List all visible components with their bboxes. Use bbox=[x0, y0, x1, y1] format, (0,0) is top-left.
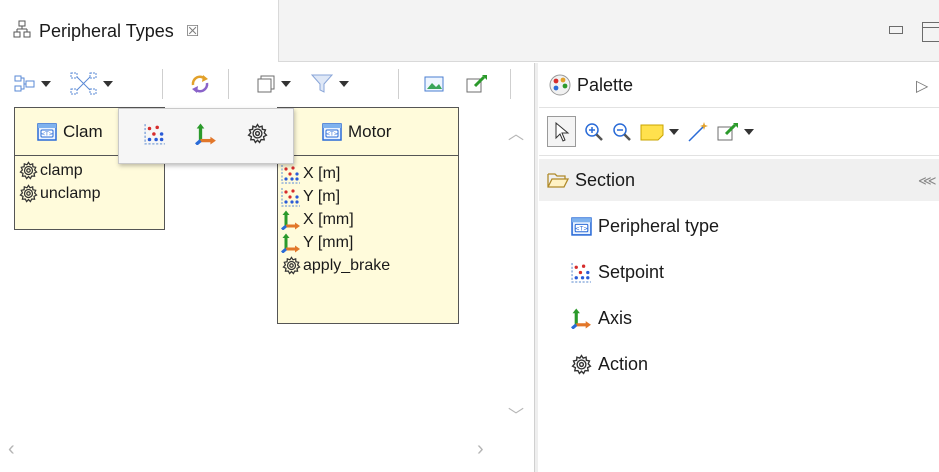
axis-label: Y [mm] bbox=[303, 233, 354, 251]
export-image-button[interactable] bbox=[424, 71, 444, 97]
folder-open-icon bbox=[547, 173, 569, 188]
edit-diagram-icon bbox=[466, 75, 487, 93]
collapse-palette-icon[interactable]: ▷ bbox=[916, 76, 928, 96]
pointer-icon bbox=[555, 121, 569, 142]
chevron-down-icon bbox=[669, 128, 679, 135]
chevron-down-icon bbox=[339, 81, 349, 87]
axis-icon bbox=[281, 210, 301, 230]
note-tool[interactable] bbox=[640, 123, 679, 141]
action-icon bbox=[281, 256, 301, 275]
axis-icon bbox=[571, 308, 592, 329]
setpoint-icon bbox=[281, 187, 301, 207]
action-label: apply_brake bbox=[303, 256, 391, 274]
setpoint-label: X [m] bbox=[303, 164, 341, 182]
peripheral-types-view-icon bbox=[13, 20, 31, 43]
peripheral-type-icon bbox=[571, 217, 592, 236]
palette-item-label: Setpoint bbox=[598, 261, 665, 282]
toolbar-separator bbox=[398, 69, 399, 99]
zoom-in-tool[interactable] bbox=[584, 122, 604, 142]
maximize-icon[interactable] bbox=[922, 22, 939, 42]
node-title: Clam bbox=[63, 121, 103, 141]
action-icon bbox=[571, 354, 592, 375]
chevron-down-icon bbox=[281, 81, 291, 87]
axis-icon[interactable] bbox=[195, 123, 217, 150]
zoom-in-icon bbox=[585, 122, 603, 141]
setpoint-icon[interactable] bbox=[144, 123, 166, 150]
image-icon bbox=[424, 76, 444, 92]
palette-icon bbox=[549, 74, 571, 96]
chevron-down-icon bbox=[744, 128, 754, 135]
zoom-out-tool[interactable] bbox=[612, 122, 632, 142]
palette-title: Palette bbox=[577, 74, 634, 95]
connection-icon bbox=[688, 121, 708, 142]
palette-header: Palette bbox=[539, 63, 939, 108]
minimize-icon[interactable] bbox=[889, 26, 903, 34]
chevron-down-icon bbox=[41, 81, 51, 87]
palette-item-setpoint[interactable]: Setpoint bbox=[571, 257, 664, 287]
diagram-toolbar bbox=[0, 63, 534, 106]
note-icon bbox=[640, 124, 664, 140]
filter-dropdown-button[interactable] bbox=[310, 71, 349, 97]
node-title: Motor bbox=[348, 121, 392, 141]
layout-dropdown-button[interactable] bbox=[14, 71, 51, 97]
popup-bar bbox=[118, 108, 294, 164]
scroll-left-icon[interactable]: ‹ bbox=[8, 438, 15, 461]
layout-icon bbox=[14, 75, 35, 92]
scroll-right-icon[interactable]: › bbox=[477, 438, 484, 461]
axis-icon bbox=[281, 233, 301, 253]
open-editor-button[interactable] bbox=[466, 71, 488, 97]
chevron-down-icon bbox=[103, 81, 113, 87]
peripheral-type-icon bbox=[322, 123, 342, 141]
edit-diagram-icon bbox=[717, 122, 738, 140]
action-icon bbox=[18, 161, 38, 180]
zoom-out-icon bbox=[613, 122, 631, 141]
toolbar-separator bbox=[228, 69, 229, 99]
peripheral-node-motor[interactable]: Motor X [m] Y [m] X [mm] Y [mm] apply_br… bbox=[277, 107, 459, 324]
toolbar-separator bbox=[162, 69, 163, 99]
setpoint-label: Y [m] bbox=[303, 187, 341, 205]
setpoint-icon bbox=[281, 164, 301, 184]
setpoint-row[interactable]: Y [m] bbox=[278, 185, 458, 208]
setpoint-row[interactable]: X [m] bbox=[278, 162, 458, 185]
arrange-dropdown-button[interactable] bbox=[70, 71, 113, 97]
palette-item-label: Action bbox=[598, 353, 649, 374]
arrange-icon bbox=[70, 72, 97, 95]
drawer-label: Section bbox=[575, 169, 636, 190]
action-icon[interactable] bbox=[247, 123, 268, 149]
action-label: clamp bbox=[40, 161, 83, 179]
action-label: unclamp bbox=[40, 184, 101, 202]
toolbar-separator bbox=[510, 69, 511, 99]
close-tab-icon[interactable]: ☒ bbox=[186, 22, 199, 40]
axis-row[interactable]: X [mm] bbox=[278, 208, 458, 231]
tab-peripheral-types[interactable]: Peripheral Types ☒ bbox=[0, 0, 279, 62]
pin-drawer-icon[interactable]: ⋘ bbox=[918, 173, 937, 189]
palette-tools bbox=[539, 108, 939, 156]
node-header[interactable]: Motor bbox=[278, 108, 458, 156]
rectangle-icon bbox=[257, 75, 275, 93]
axis-label: X [mm] bbox=[303, 210, 354, 228]
action-row[interactable]: apply_brake bbox=[278, 254, 458, 277]
new-element-dropdown-button[interactable] bbox=[256, 71, 291, 97]
axis-row[interactable]: Y [mm] bbox=[278, 231, 458, 254]
pane-divider[interactable] bbox=[534, 63, 538, 472]
scroll-up-icon[interactable]: ︿ bbox=[508, 120, 524, 144]
setpoint-icon bbox=[571, 262, 592, 283]
palette-item-label: Peripheral type bbox=[598, 215, 720, 236]
palette-item-axis[interactable]: Axis bbox=[571, 303, 632, 333]
connection-tool[interactable] bbox=[687, 121, 709, 143]
view-tab-title: Peripheral Types bbox=[39, 20, 174, 41]
action-icon bbox=[18, 184, 38, 203]
refresh-icon bbox=[191, 75, 209, 93]
scroll-down-icon[interactable]: ﹀ bbox=[508, 402, 524, 426]
select-tool[interactable] bbox=[547, 116, 576, 147]
palette-item-action[interactable]: Action bbox=[571, 349, 648, 379]
peripheral-type-icon bbox=[37, 123, 57, 141]
action-row[interactable]: unclamp bbox=[15, 182, 164, 205]
refresh-button[interactable] bbox=[188, 71, 212, 97]
add-element-tool[interactable] bbox=[717, 122, 754, 142]
palette-item-label: Axis bbox=[598, 307, 633, 328]
palette-item-peripheral-type[interactable]: Peripheral type bbox=[571, 211, 719, 241]
filter-icon bbox=[310, 74, 334, 93]
palette-drawer-section[interactable]: Section bbox=[539, 159, 939, 201]
